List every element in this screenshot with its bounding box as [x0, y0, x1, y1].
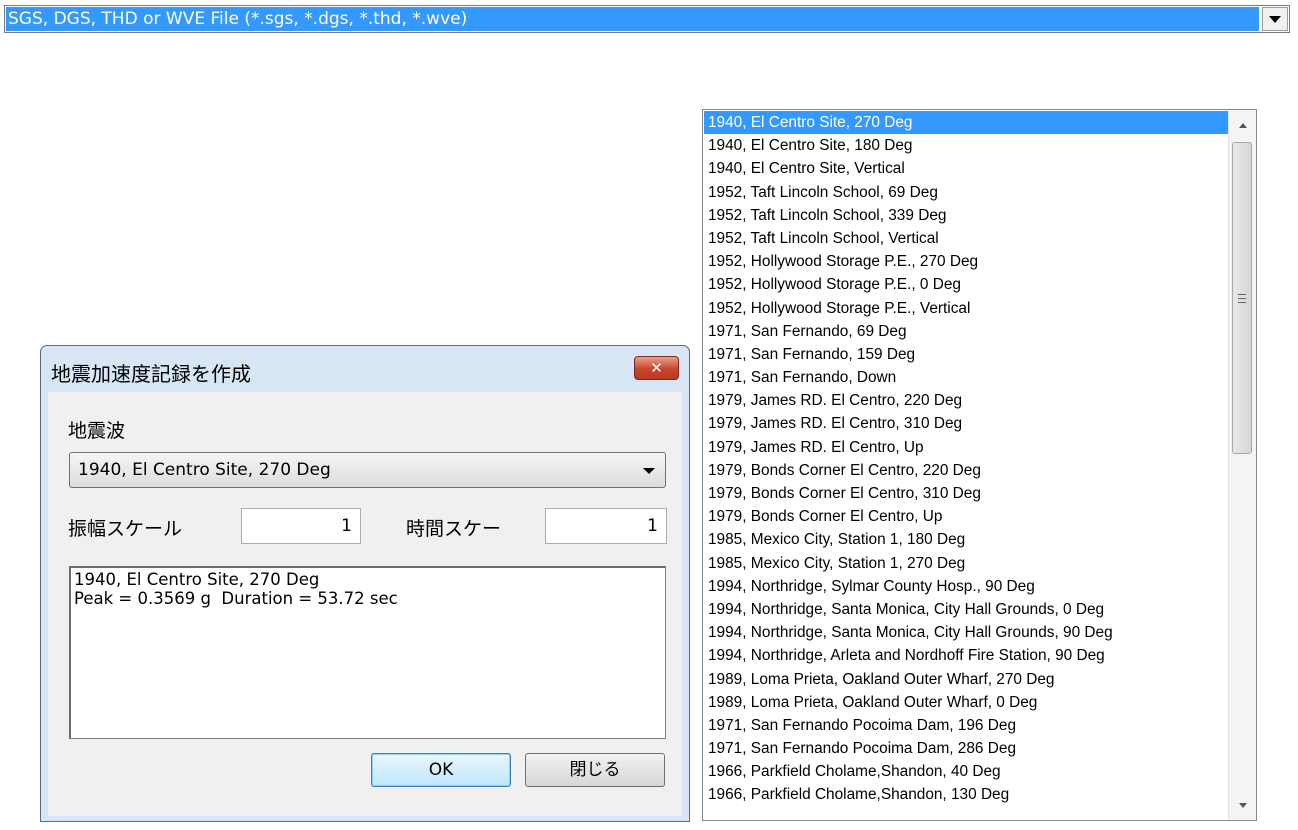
amp-scale-input[interactable]: 1	[241, 508, 361, 544]
list-item[interactable]: 1966, Parkfield Cholame,Shandon, 40 Deg	[704, 760, 1228, 783]
grip-icon	[1238, 293, 1246, 303]
ok-button[interactable]: OK	[371, 753, 511, 787]
scroll-thumb[interactable]	[1232, 142, 1252, 454]
list-item[interactable]: 1985, Mexico City, Station 1, 270 Deg	[704, 552, 1228, 575]
scroll-down-button[interactable]	[1229, 790, 1256, 820]
list-item[interactable]: 1971, San Fernando, Down	[704, 366, 1228, 389]
record-info-textbox[interactable]: 1940, El Centro Site, 270 Deg Peak = 0.3…	[69, 566, 666, 739]
close-icon[interactable]: ✕	[634, 356, 679, 380]
close-button[interactable]: 閉じる	[525, 753, 665, 787]
list-item[interactable]: 1994, Northridge, Sylmar County Hosp., 9…	[704, 575, 1228, 598]
list-item[interactable]: 1966, Parkfield Cholame,Shandon, 130 Deg	[704, 783, 1228, 806]
wave-select-value: 1940, El Centro Site, 270 Deg	[78, 460, 331, 480]
list-item[interactable]: 1979, James RD. El Centro, 310 Deg	[704, 412, 1228, 435]
chevron-down-icon	[1269, 15, 1281, 23]
list-item[interactable]: 1994, Northridge, Arleta and Nordhoff Fi…	[704, 644, 1228, 667]
scroll-up-button[interactable]	[1229, 110, 1256, 140]
list-item[interactable]: 1979, Bonds Corner El Centro, 220 Deg	[704, 459, 1228, 482]
list-item[interactable]: 1994, Northridge, Santa Monica, City Hal…	[704, 621, 1228, 644]
list-item[interactable]: 1952, Taft Lincoln School, 69 Deg	[704, 181, 1228, 204]
list-item[interactable]: 1940, El Centro Site, 180 Deg	[704, 134, 1228, 157]
create-accel-record-dialog: 地震加速度記録を作成 ✕ 地震波 1940, El Centro Site, 2…	[40, 345, 690, 822]
list-item[interactable]: 1971, San Fernando, 159 Deg	[704, 343, 1228, 366]
dialog-body: 地震波 1940, El Centro Site, 270 Deg 振幅スケール…	[48, 392, 682, 816]
time-scale-label: 時間スケー	[406, 518, 502, 540]
time-scale-input[interactable]: 1	[545, 508, 667, 544]
amp-scale-label: 振幅スケール	[68, 518, 183, 540]
list-item[interactable]: 1971, San Fernando Pocoima Dam, 196 Deg	[704, 714, 1228, 737]
list-item[interactable]: 1952, Hollywood Storage P.E., 0 Deg	[704, 273, 1228, 296]
list-item[interactable]: 1971, San Fernando Pocoima Dam, 286 Deg	[704, 737, 1228, 760]
wave-select[interactable]: 1940, El Centro Site, 270 Deg	[69, 452, 666, 488]
list-item[interactable]: 1979, James RD. El Centro, 220 Deg	[704, 389, 1228, 412]
list-item[interactable]: 1994, Northridge, Santa Monica, City Hal…	[704, 598, 1228, 621]
wave-label: 地震波	[68, 420, 126, 442]
list-item[interactable]: 1989, Loma Prieta, Oakland Outer Wharf, …	[704, 691, 1228, 714]
list-item[interactable]: 1952, Hollywood Storage P.E., 270 Deg	[704, 250, 1228, 273]
list-item[interactable]: 1979, James RD. El Centro, Up	[704, 436, 1228, 459]
list-item[interactable]: 1989, Loma Prieta, Oakland Outer Wharf, …	[704, 668, 1228, 691]
earthquake-list-items: 1940, El Centro Site, 270 Deg 1940, El Ce…	[704, 111, 1228, 807]
file-type-select[interactable]: SGS, DGS, THD or WVE File (*.sgs, *.dgs,…	[4, 5, 1290, 33]
list-item[interactable]: 1952, Taft Lincoln School, 339 Deg	[704, 204, 1228, 227]
arrow-down-icon	[1238, 802, 1247, 808]
list-item[interactable]: 1940, El Centro Site, 270 Deg	[704, 111, 1228, 135]
list-item[interactable]: 1971, San Fernando, 69 Deg	[704, 320, 1228, 343]
file-type-selected-text: SGS, DGS, THD or WVE File (*.sgs, *.dgs,…	[6, 7, 1259, 31]
earthquake-list[interactable]: 1940, El Centro Site, 270 Deg 1940, El Ce…	[702, 109, 1257, 821]
list-item[interactable]: 1979, Bonds Corner El Centro, Up	[704, 505, 1228, 528]
file-type-dropdown-button[interactable]	[1262, 7, 1288, 31]
list-item[interactable]: 1952, Taft Lincoln School, Vertical	[704, 227, 1228, 250]
list-item[interactable]: 1940, El Centro Site, Vertical	[704, 157, 1228, 180]
list-item[interactable]: 1979, Bonds Corner El Centro, 310 Deg	[704, 482, 1228, 505]
dialog-title: 地震加速度記録を作成	[51, 362, 251, 386]
list-scrollbar[interactable]	[1228, 110, 1256, 820]
list-item[interactable]: 1952, Hollywood Storage P.E., Vertical	[704, 297, 1228, 320]
arrow-up-icon	[1238, 122, 1247, 128]
list-item[interactable]: 1985, Mexico City, Station 1, 180 Deg	[704, 528, 1228, 551]
chevron-down-icon	[643, 468, 655, 474]
